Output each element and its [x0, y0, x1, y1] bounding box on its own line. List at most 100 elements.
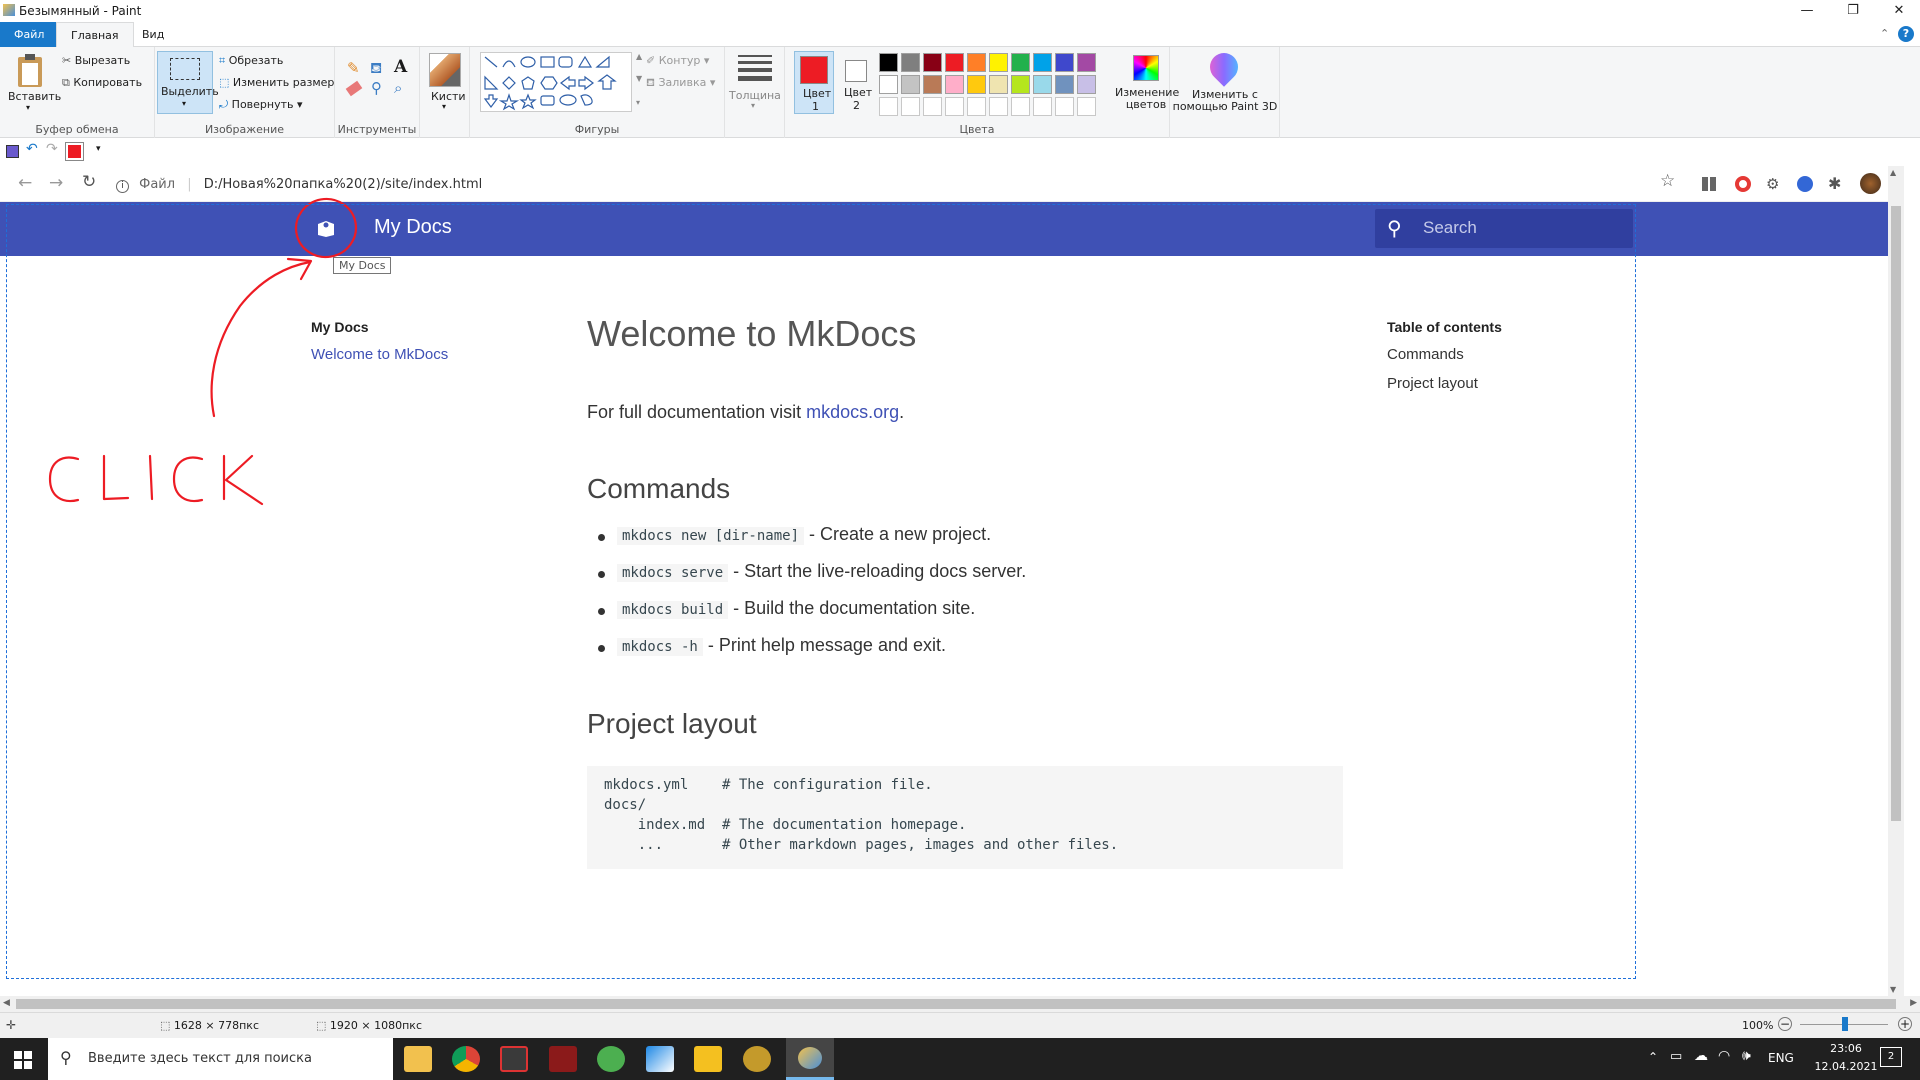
- selection-marquee[interactable]: [6, 204, 1636, 979]
- zoom-in-icon[interactable]: +: [1898, 1017, 1912, 1031]
- empty-color-slot[interactable]: [1033, 97, 1052, 116]
- color-swatch[interactable]: [901, 53, 920, 72]
- outline-button[interactable]: ✐ Контур ▾: [646, 54, 709, 67]
- size-group[interactable]: Толщина ▾: [725, 47, 785, 138]
- fill-button[interactable]: ⛾ Заливка ▾: [646, 76, 715, 91]
- shapes-scroll-up-icon[interactable]: ▲: [636, 52, 642, 61]
- color-picker-icon[interactable]: ⚲: [371, 79, 382, 97]
- empty-color-slot[interactable]: [989, 97, 1008, 116]
- shapes-more-icon[interactable]: ▾: [636, 98, 640, 107]
- tray-volume-icon[interactable]: 🕪: [1742, 1048, 1751, 1064]
- undo-icon[interactable]: ↶: [26, 141, 38, 157]
- fill-bucket-icon[interactable]: ⛾: [370, 59, 382, 79]
- color-swatch[interactable]: [901, 75, 920, 94]
- paste-dropdown-icon[interactable]: ▾: [26, 103, 30, 112]
- text-tool-icon[interactable]: A: [394, 57, 407, 77]
- crop-button[interactable]: ⌗ Обрезать: [219, 54, 283, 68]
- brushes-group[interactable]: Кисти ▾: [420, 47, 470, 138]
- paint-canvas[interactable]: ← → ↻ i Файл | D:/Новая%20папка%20(2)/si…: [0, 166, 1904, 996]
- redo-icon[interactable]: ↷: [46, 141, 58, 157]
- minimize-button[interactable]: —: [1784, 0, 1830, 22]
- empty-color-slot[interactable]: [945, 97, 964, 116]
- tray-network-icon[interactable]: ▭: [1670, 1049, 1682, 1064]
- color-swatch[interactable]: [1011, 53, 1030, 72]
- eraser-icon[interactable]: [345, 80, 363, 97]
- empty-color-slot[interactable]: [1055, 97, 1074, 116]
- taskbar-paint-active[interactable]: [786, 1038, 834, 1080]
- shapes-gallery[interactable]: [480, 52, 632, 112]
- color-swatch[interactable]: [967, 53, 986, 72]
- color2-button[interactable]: Цвет 2: [836, 51, 876, 114]
- file-explorer-icon[interactable]: [404, 1046, 432, 1072]
- color-swatch[interactable]: [945, 53, 964, 72]
- horizontal-scroll-thumb[interactable]: [16, 999, 1896, 1009]
- tray-wifi-icon[interactable]: ◠: [1718, 1048, 1730, 1064]
- color-swatch[interactable]: [1077, 53, 1096, 72]
- empty-color-slot[interactable]: [923, 97, 942, 116]
- color-swatch[interactable]: [967, 75, 986, 94]
- tab-view[interactable]: Вид: [128, 22, 178, 47]
- color-swatch[interactable]: [879, 53, 898, 72]
- image-size: ⬚ 1920 × 1080пкс: [316, 1019, 422, 1032]
- color-swatch[interactable]: [879, 75, 898, 94]
- chrome-icon[interactable]: [452, 1046, 480, 1072]
- select-button[interactable]: Выделить ▾: [157, 51, 219, 114]
- copy-button[interactable]: ⧉ Копировать: [62, 76, 142, 90]
- edit-colors-button[interactable]: Изменение цветов: [1115, 51, 1179, 114]
- app-icon-gold[interactable]: [743, 1046, 771, 1072]
- empty-color-slot[interactable]: [1077, 97, 1096, 116]
- zoom-slider-thumb[interactable]: [1842, 1017, 1848, 1031]
- tray-cloud-icon[interactable]: ☁: [1694, 1048, 1708, 1064]
- tab-home[interactable]: Главная: [56, 22, 134, 47]
- resize-button[interactable]: ⬚ Изменить размер: [219, 76, 334, 89]
- empty-color-slot[interactable]: [967, 97, 986, 116]
- rotate-button[interactable]: ⤾ Повернуть ▾: [219, 98, 303, 112]
- color-swatch[interactable]: [989, 53, 1008, 72]
- cut-button[interactable]: ✂ Вырезать: [62, 54, 130, 67]
- tools-group: ✎ ⛾ A ⚲ ⌕ Инструменты: [335, 47, 420, 138]
- qat-customize-icon[interactable]: ▾: [96, 144, 101, 154]
- vertical-scrollbar[interactable]: ▲ ▼: [1888, 166, 1904, 996]
- tray-time[interactable]: 23:06: [1808, 1042, 1884, 1055]
- color-swatch[interactable]: [923, 75, 942, 94]
- zoom-out-icon[interactable]: −: [1778, 1017, 1792, 1031]
- tray-chevron-icon[interactable]: ⌃: [1648, 1050, 1658, 1064]
- pencil-icon[interactable]: ✎: [347, 59, 360, 77]
- vertical-scroll-thumb[interactable]: [1891, 206, 1901, 821]
- qat-color-icon[interactable]: [65, 142, 84, 161]
- color-swatch[interactable]: [1033, 53, 1052, 72]
- shapes-scroll-down-icon[interactable]: ▼: [636, 74, 642, 83]
- gpu-app-icon[interactable]: [549, 1046, 577, 1072]
- paste-button[interactable]: [14, 53, 46, 89]
- help-icon[interactable]: ?: [1898, 26, 1914, 42]
- color-swatch[interactable]: [1055, 75, 1074, 94]
- tab-file[interactable]: Файл: [0, 22, 59, 47]
- empty-color-slot[interactable]: [1011, 97, 1030, 116]
- color1-button[interactable]: Цвет 1: [794, 51, 834, 114]
- color-swatch[interactable]: [945, 75, 964, 94]
- app-icon-blue[interactable]: [646, 1046, 674, 1072]
- close-button[interactable]: ✕: [1876, 0, 1920, 22]
- color-swatch[interactable]: [923, 53, 942, 72]
- taskbar-search-input[interactable]: ⚲ Введите здесь текст для поиска: [48, 1038, 393, 1080]
- color-swatch[interactable]: [1055, 53, 1074, 72]
- empty-color-slot[interactable]: [901, 97, 920, 116]
- paint3d-button[interactable]: Изменить с помощью Paint 3D: [1170, 47, 1280, 138]
- color-swatch[interactable]: [1011, 75, 1030, 94]
- restore-button[interactable]: ❐: [1830, 0, 1876, 22]
- empty-color-slot[interactable]: [879, 97, 898, 116]
- app-icon-yellow[interactable]: [694, 1046, 722, 1072]
- amd-app-icon[interactable]: [500, 1046, 528, 1072]
- magnifier-icon[interactable]: ⌕: [394, 79, 402, 97]
- color-swatch[interactable]: [989, 75, 1008, 94]
- color-swatch[interactable]: [1033, 75, 1052, 94]
- collapse-ribbon-icon[interactable]: ⌃: [1880, 27, 1889, 40]
- color-swatch[interactable]: [1077, 75, 1096, 94]
- notifications-icon[interactable]: 2: [1880, 1047, 1902, 1067]
- save-icon[interactable]: [6, 145, 19, 158]
- tray-date[interactable]: 12.04.2021: [1808, 1060, 1884, 1073]
- horizontal-scrollbar[interactable]: ◀ ▶: [0, 996, 1920, 1012]
- utorrent-icon[interactable]: [597, 1046, 625, 1072]
- windows-start-icon[interactable]: [14, 1051, 32, 1069]
- tray-language[interactable]: ENG: [1768, 1051, 1794, 1065]
